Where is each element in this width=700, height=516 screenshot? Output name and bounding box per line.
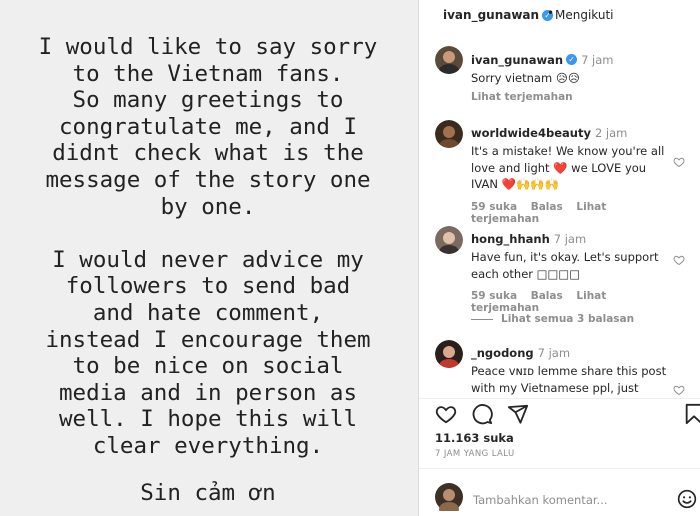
story-line: media and in person as (58, 379, 357, 406)
comment-text: It's a mistake! We know you're all love … (471, 144, 665, 191)
story-panel: I would like to say sorry to the Vietnam… (0, 0, 418, 516)
list-item: _ngodong 7 jam Peace ᴠɴɪᴅ lemme share thi… (431, 340, 700, 398)
view-replies-button[interactable]: Lihat semua 3 balasan (471, 313, 634, 325)
avatar[interactable] (435, 120, 463, 148)
heart-icon[interactable] (673, 156, 685, 168)
comment-icon[interactable] (471, 403, 493, 425)
story-line: So many greetings to (72, 87, 344, 114)
comment-time[interactable]: 7 jam (554, 232, 586, 246)
story-line: message of the story one (45, 166, 371, 193)
translate-link[interactable]: Lihat terjemahan (471, 91, 573, 103)
separator-dot: • (547, 6, 555, 20)
share-icon[interactable] (507, 403, 529, 425)
add-comment-bar: Tambahkan komentar... (419, 468, 700, 516)
comment-time[interactable]: 2 jam (595, 126, 627, 140)
reply-button[interactable]: Balas (531, 290, 563, 302)
comment-username[interactable]: worldwide4beauty (471, 126, 591, 140)
story-line: I would like to say sorry (38, 34, 378, 60)
reply-button[interactable]: Balas (531, 201, 563, 213)
comment-username[interactable]: _ngodong (471, 346, 534, 360)
heart-icon[interactable] (673, 384, 685, 396)
post-header: ivan_gunawan ✓ • Mengikuti (419, 0, 700, 30)
header-username[interactable]: ivan_gunawan ✓ (443, 8, 554, 22)
header-username-text[interactable]: ivan_gunawan (443, 8, 539, 22)
story-signoff: Sin cảm ơn (140, 479, 276, 506)
post-sidebar: ivan_gunawan ✓ • Mengikuti ivan_gunawan ✓ 7… (418, 0, 700, 516)
avatar (435, 483, 463, 511)
bookmark-icon[interactable] (683, 403, 700, 425)
story-line: to be nice on social (72, 353, 344, 380)
caption-text: Sorry vietnam 😥😥 (471, 71, 580, 85)
comment-likes[interactable]: 59 suka (471, 290, 517, 302)
story-line: didnt check what is the (52, 140, 364, 167)
story-line: to the Vietnam fans. (72, 60, 344, 87)
add-comment-input[interactable]: Tambahkan komentar... (473, 493, 608, 507)
story-line: instead I encourage them (45, 326, 371, 353)
caption-username[interactable]: ivan_gunawan (471, 53, 563, 67)
verified-badge-icon: ✓ (566, 54, 578, 65)
story-line: clear everything. (92, 432, 324, 459)
story-line: followers to send bad (65, 273, 351, 300)
view-replies-text[interactable]: Lihat semua 3 balasan (501, 313, 634, 325)
action-bar (419, 398, 700, 429)
comment-text: Peace ᴠɴɪᴅ lemme share this post with my… (471, 364, 667, 395)
avatar[interactable] (435, 46, 463, 74)
story-line: by one. (160, 193, 256, 220)
follow-status-button[interactable]: Mengikuti (555, 8, 614, 22)
comment-likes[interactable]: 59 suka (471, 201, 517, 213)
story-text: I would like to say sorry to the Vietnam… (18, 34, 398, 506)
comment-time[interactable]: 7 jam (538, 346, 570, 360)
caption-time[interactable]: 7 jam (581, 53, 613, 67)
story-line: I would never advice my (52, 246, 364, 273)
heart-icon[interactable] (435, 403, 457, 425)
comment-username[interactable]: hong_hhanh (471, 232, 550, 246)
story-line: well. I hope this will (58, 406, 357, 433)
post-time: 7 JAM YANG LALU (435, 449, 515, 459)
avatar[interactable] (435, 226, 463, 254)
heart-icon[interactable] (673, 254, 685, 266)
likes-count[interactable]: 11.163 suka (435, 431, 514, 445)
emoji-icon[interactable] (677, 489, 697, 509)
avatar[interactable] (435, 340, 463, 368)
comment-text: Have fun, it's okay. Let's support each … (471, 250, 659, 281)
story-line: and hate comment, (92, 299, 324, 326)
story-line: congratulate me, and I (58, 113, 357, 140)
